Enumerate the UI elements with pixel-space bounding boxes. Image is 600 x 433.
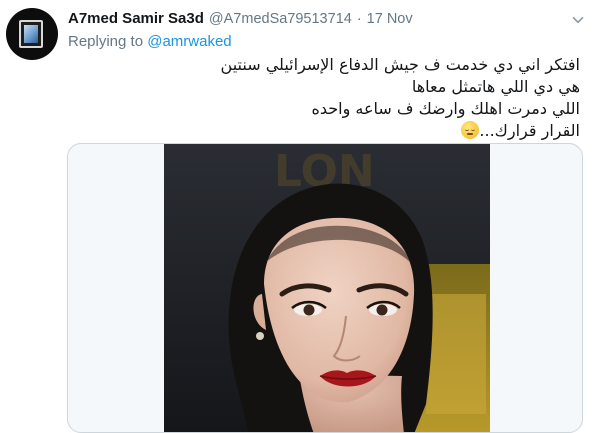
tweet-header: A7med Samir Sa3d @A7medSa79513714 · 17 Nov: [68, 10, 413, 27]
tweet-text-last-line: القرار قرارك...: [100, 120, 580, 142]
replying-to: Replying to @amrwaked: [68, 33, 232, 50]
tweet-menu-button[interactable]: [572, 14, 584, 26]
media-card[interactable]: LON: [67, 143, 583, 433]
tweet-text-line: هي دي اللي هاتمثل معاها: [411, 77, 580, 96]
chevron-down-icon: [572, 17, 584, 24]
tweet-date[interactable]: 17 Nov: [367, 11, 413, 27]
tweet-text-line: افتكر اني دي خدمت ف جيش الدفاع الإسرائيل…: [220, 55, 580, 74]
tweet-photo[interactable]: LON: [164, 144, 490, 432]
reply-user-link[interactable]: @amrwaked: [147, 33, 231, 50]
framed-picture-icon: [19, 20, 43, 48]
replying-to-label: Replying to: [68, 33, 144, 50]
author-display-name[interactable]: A7med Samir Sa3d: [68, 10, 204, 27]
tweet-text-line: القرار قرارك...: [479, 121, 580, 140]
tweet-text: افتكر اني دي خدمت ف جيش الدفاع الإسرائيل…: [100, 54, 580, 142]
header-separator: ·: [356, 11, 362, 27]
portrait-photo: LON: [164, 144, 490, 432]
author-handle[interactable]: @A7medSa79513714: [209, 11, 352, 27]
pensive-face-emoji-icon: [461, 121, 480, 139]
avatar[interactable]: [6, 8, 58, 60]
tweet-text-line: اللي دمرت اهلك وارضك ف ساعه واحده: [311, 99, 580, 118]
